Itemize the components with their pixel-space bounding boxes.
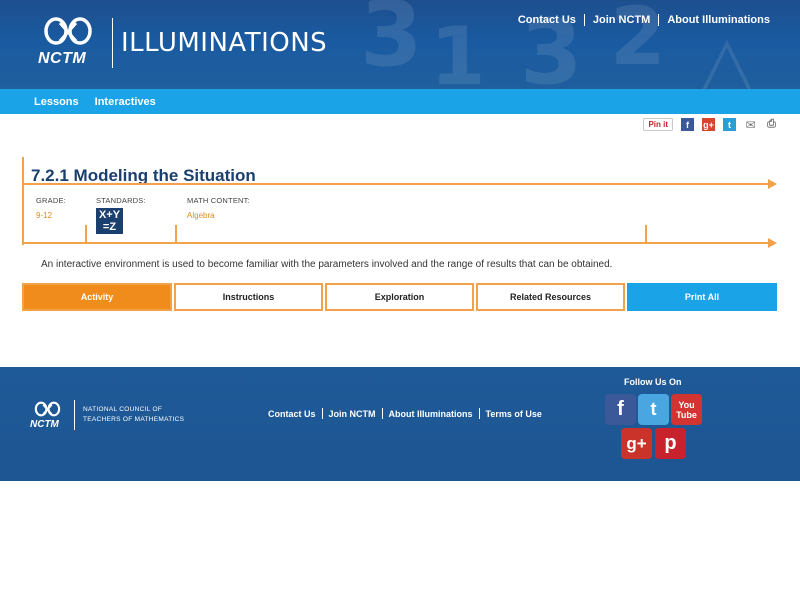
footer-about-illuminations-link[interactable]: About Illuminations: [389, 409, 473, 419]
link-divider: [321, 408, 323, 419]
background-decoration: △: [700, 20, 754, 89]
google-plus-icon[interactable]: g+: [621, 428, 652, 459]
tab-exploration[interactable]: Exploration: [325, 283, 474, 311]
site-header: 3 1 3 2 △ NCTM ILLUMINATIONS Contact Us …: [0, 0, 800, 89]
math-content-value[interactable]: Algebra: [187, 211, 215, 220]
facebook-share-icon[interactable]: f: [681, 118, 694, 131]
tab-instructions[interactable]: Instructions: [174, 283, 323, 311]
header-links: Contact Us Join NCTM About Illuminations: [518, 14, 770, 26]
twitter-icon[interactable]: t: [638, 394, 669, 425]
join-nctm-link[interactable]: Join NCTM: [593, 14, 650, 26]
main-nav: Lessons Interactives: [0, 89, 800, 114]
footer-logo-text: NCTM: [30, 419, 59, 430]
footer-logo-divider: [74, 400, 75, 430]
site-logo[interactable]: NCTM ILLUMINATIONS: [38, 14, 327, 72]
org-name: NATIONAL COUNCIL OF TEACHERS OF MATHEMAT…: [83, 405, 184, 425]
footer-logo[interactable]: NCTM NATIONAL COUNCIL OF TEACHERS OF MAT…: [30, 400, 184, 430]
meta-underline: [22, 242, 768, 244]
tab-related-resources[interactable]: Related Resources: [476, 283, 625, 311]
facebook-icon[interactable]: f: [605, 394, 636, 425]
standards-icon[interactable]: X+Y =Z: [96, 208, 123, 234]
google-plus-share-icon[interactable]: g+: [702, 118, 715, 131]
logo-text: NCTM: [38, 50, 87, 67]
tab-activity[interactable]: Activity: [22, 283, 172, 311]
nctm-logo: NCTM: [38, 14, 100, 72]
footer-terms-of-use-link[interactable]: Terms of Use: [486, 409, 542, 419]
org-name-line1: NATIONAL COUNCIL OF: [83, 406, 163, 413]
email-icon[interactable]: ✉: [744, 118, 757, 132]
nctm-emblem-icon: [44, 17, 92, 45]
standards-label: STANDARDS:: [96, 196, 146, 205]
standards-icon-text: X+Y =Z: [98, 209, 121, 233]
nctm-emblem-icon: [34, 401, 61, 417]
grade-value: 9-12: [36, 211, 53, 220]
youtube-icon[interactable]: You Tube: [671, 394, 702, 425]
frame-line: [22, 157, 24, 245]
title-underline: [22, 183, 768, 185]
link-divider: [478, 408, 480, 419]
grade-label: GRADE:: [36, 196, 66, 205]
org-name-line2: TEACHERS OF MATHEMATICS: [83, 416, 185, 423]
link-divider: [658, 14, 660, 26]
math-content-label: MATH CONTENT:: [187, 196, 250, 205]
follow-us-heading: Follow Us On: [624, 377, 682, 387]
footer-join-nctm-link[interactable]: Join NCTM: [329, 409, 376, 419]
link-divider: [381, 408, 383, 419]
lesson-tabs: Activity Instructions Exploration Relate…: [22, 283, 777, 311]
pinterest-icon[interactable]: p: [655, 428, 686, 459]
nav-item-lessons[interactable]: Lessons: [34, 96, 79, 108]
background-decoration: 2: [610, 0, 666, 83]
about-illuminations-link[interactable]: About Illuminations: [667, 14, 770, 26]
site-brand: ILLUMINATIONS: [121, 28, 328, 58]
background-decoration: 1: [430, 10, 486, 89]
arrow-head: [768, 238, 777, 248]
link-divider: [583, 14, 585, 26]
share-bar: Pin it f g+ t ✉ ⎙: [643, 118, 778, 132]
pinterest-pin-button[interactable]: Pin it: [643, 118, 673, 131]
footer-nctm-logo: NCTM: [30, 400, 66, 430]
nav-item-interactives[interactable]: Interactives: [95, 96, 156, 108]
background-decoration: 3: [360, 0, 423, 87]
twitter-share-icon[interactable]: t: [723, 118, 736, 131]
contact-us-link[interactable]: Contact Us: [518, 14, 576, 26]
site-footer: NCTM NATIONAL COUNCIL OF TEACHERS OF MAT…: [0, 367, 800, 481]
logo-divider: [112, 18, 113, 68]
lesson-description: An interactive environment is used to be…: [41, 259, 613, 270]
print-all-button[interactable]: Print All: [627, 283, 777, 311]
arrow-head: [768, 179, 777, 189]
footer-contact-us-link[interactable]: Contact Us: [268, 409, 316, 419]
print-icon[interactable]: ⎙: [765, 118, 778, 131]
footer-links: Contact Us Join NCTM About Illuminations…: [268, 408, 542, 419]
